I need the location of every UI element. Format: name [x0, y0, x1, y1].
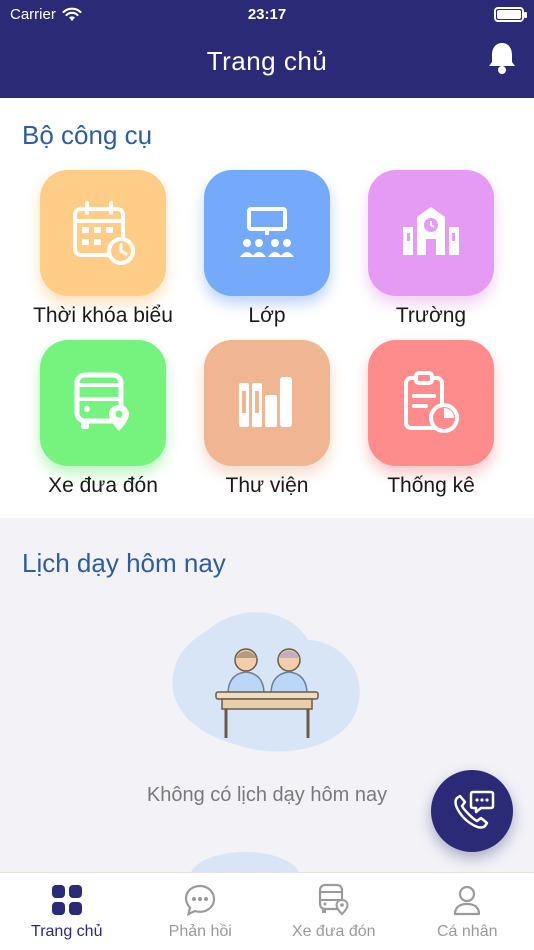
battery-icon	[494, 7, 527, 22]
empty-schedule-illustration	[172, 612, 360, 752]
chat-icon	[185, 884, 216, 916]
tools-section: Bộ công cụ Thời khóa biểu Lớp Trường Xe …	[0, 98, 534, 518]
tool-school-label: Trường	[395, 304, 467, 327]
tab-feedback-label: Phản hồi	[168, 923, 232, 940]
tab-feedback[interactable]: Phản hồi	[134, 873, 268, 950]
tool-bus[interactable]: Xe đưa đón	[18, 340, 188, 498]
tool-timetable-label: Thời khóa biểu	[33, 304, 173, 327]
decorative-blob	[190, 852, 300, 872]
status-time: 23:17	[247, 6, 287, 23]
tool-library-label: Thư viện	[225, 474, 309, 497]
bus-icon	[318, 883, 349, 916]
grid-icon	[51, 885, 82, 915]
tool-library[interactable]: Thư viện	[182, 340, 352, 498]
classroom-icon	[240, 207, 294, 257]
contact-fab-button[interactable]	[431, 770, 513, 852]
notification-bell-icon[interactable]	[486, 40, 518, 76]
tab-home[interactable]: Trang chủ	[0, 873, 134, 950]
library-icon	[239, 377, 292, 427]
tool-school[interactable]: Trường	[346, 170, 516, 328]
tool-bus-box[interactable]	[40, 340, 166, 466]
calendar-icon	[73, 201, 135, 265]
user-icon	[454, 885, 481, 916]
tool-bus-label: Xe đưa đón	[48, 474, 158, 497]
tool-statistics[interactable]: Thống kê	[346, 340, 516, 498]
bottom-tab-bar: Trang chủ Phản hồi Xe đưa đón Cá nhân	[0, 872, 534, 950]
app-header: Carrier 23:17 Trang chủ	[0, 0, 534, 98]
tab-profile-label: Cá nhân	[437, 923, 498, 940]
tool-library-box[interactable]	[204, 340, 330, 466]
page-title: Trang chủ	[206, 46, 328, 76]
tab-bus[interactable]: Xe đưa đón	[267, 873, 401, 950]
report-icon	[404, 371, 459, 433]
tool-class-box[interactable]	[204, 170, 330, 296]
tool-timetable-box[interactable]	[40, 170, 166, 296]
tab-profile[interactable]: Cá nhân	[401, 873, 534, 950]
school-icon	[403, 207, 459, 255]
tool-statistics-label: Thống kê	[387, 474, 475, 497]
phone-chat-icon	[454, 790, 495, 829]
tool-class-label: Lớp	[248, 304, 286, 327]
tool-timetable[interactable]: Thời khóa biểu	[18, 170, 188, 328]
tools-section-title: Bộ công cụ	[22, 120, 153, 150]
bus-icon	[74, 372, 129, 431]
tab-home-label: Trang chủ	[31, 923, 103, 940]
status-bar: Carrier 23:17	[0, 0, 534, 30]
tool-class[interactable]: Lớp	[182, 170, 352, 328]
tool-statistics-box[interactable]	[368, 340, 494, 466]
tool-school-box[interactable]	[368, 170, 494, 296]
tab-bus-label: Xe đưa đón	[291, 923, 376, 940]
schedule-section-title: Lịch dạy hôm nay	[22, 548, 226, 578]
